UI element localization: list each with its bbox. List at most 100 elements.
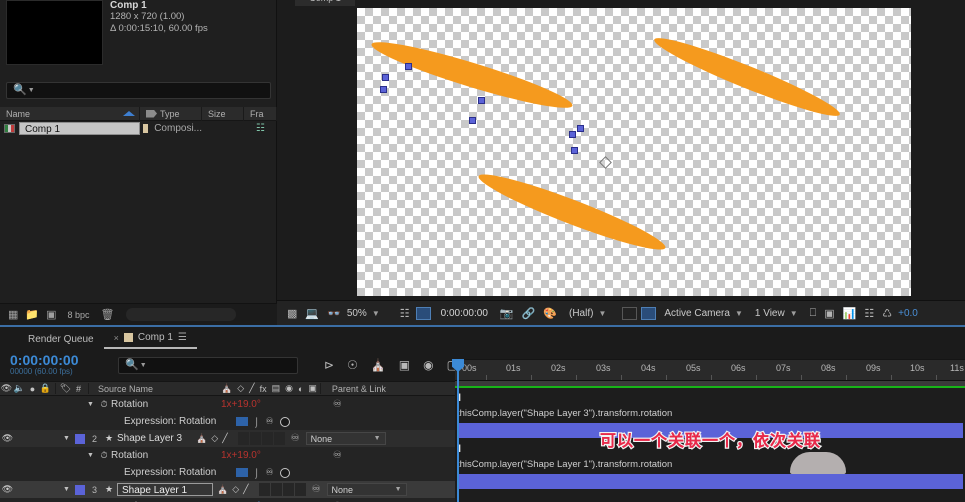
timeline-icon[interactable]: 📊 — [841, 307, 859, 320]
label-color-swatch[interactable] — [143, 124, 148, 133]
collapse-transformations-icon[interactable]: ◇ — [232, 484, 239, 495]
twirl-down-icon[interactable]: ▼ — [84, 452, 97, 459]
track-row-expression[interactable]: I thisComp.layer("Shape Layer 3").transf… — [455, 405, 965, 422]
property-value[interactable]: 1x+19.0° — [221, 399, 261, 410]
viewer-timecode[interactable]: 0:00:00:00 — [441, 308, 488, 319]
pick-whip-icon[interactable]: ♾ — [333, 399, 342, 410]
motion-blur-icon[interactable]: ◉ — [285, 383, 293, 394]
toggle-transparency-grid-icon[interactable] — [416, 307, 431, 320]
pick-whip-icon[interactable]: ♾ — [333, 450, 342, 461]
pixel-aspect-correction-icon[interactable]: ⎕ — [808, 307, 819, 320]
effects-icon[interactable]: fx — [260, 384, 267, 394]
region-of-interest-icon[interactable]: ☷ — [398, 307, 412, 320]
playhead[interactable] — [457, 359, 459, 502]
new-folder-icon[interactable]: 📁 — [25, 308, 39, 321]
shy-icon[interactable]: ⛪ — [221, 383, 232, 394]
tab-render-queue[interactable]: Render Queue — [18, 334, 104, 349]
selection-handle[interactable] — [382, 74, 389, 81]
expression-pick-whip-icon[interactable]: ♾ — [265, 416, 273, 427]
expression-text[interactable]: thisComp.layer("Shape Layer 3").transfor… — [457, 408, 672, 419]
switch-cell[interactable] — [259, 483, 270, 496]
tab-comp-1[interactable]: × Comp 1 ☰ — [104, 332, 197, 349]
current-timecode[interactable]: 0:00:00:00 — [10, 353, 110, 367]
switch-cell[interactable] — [250, 432, 261, 445]
parent-pick-whip-icon[interactable]: ♾ — [291, 433, 300, 444]
grid-and-guide-options-icon[interactable] — [641, 307, 656, 320]
expression-language-menu-icon[interactable] — [280, 417, 290, 427]
3d-layer-icon[interactable]: ▣ — [308, 383, 317, 394]
eye-icon[interactable]: 👁 — [0, 383, 13, 394]
show-post-expression-graph-icon[interactable]: ⌡ — [254, 468, 259, 478]
frame-blend-icon[interactable]: ▤ — [272, 383, 281, 394]
close-icon[interactable]: × — [114, 333, 119, 343]
property-row-rotation[interactable]: ⏱ Rotation 1x+19.0° ♾ — [0, 498, 455, 502]
panel-menu-icon[interactable]: ☰ — [178, 332, 187, 343]
time-ruler[interactable]: 00s 01s 02s 03s 04s 05s 06s 07s 08s 09s … — [455, 359, 965, 381]
solo-icon[interactable]: ● — [26, 384, 39, 394]
column-header-frame-rate[interactable]: Fra — [244, 107, 277, 121]
column-header-type[interactable]: Type — [140, 107, 202, 121]
selection-handle[interactable] — [478, 97, 485, 104]
expression-text[interactable]: thisComp.layer("Shape Layer 1").transfor… — [457, 459, 672, 470]
color-depth-icon[interactable]: ▣ — [46, 308, 56, 321]
project-search-box[interactable]: 🔍 ▼ — [6, 82, 271, 99]
layer-name[interactable]: Shape Layer 3 — [117, 433, 182, 444]
shy-icon[interactable]: ⛪ — [217, 484, 228, 495]
comp-flowchart-icon[interactable]: ☷ — [862, 307, 876, 320]
quality-icon[interactable]: ╱ — [249, 383, 254, 394]
quality-icon[interactable]: ╱ — [222, 433, 227, 444]
collapse-transformations-icon[interactable]: ◇ — [237, 383, 244, 394]
enable-expression-icon[interactable] — [236, 417, 248, 426]
twirl-down-icon[interactable]: ▼ — [84, 401, 97, 408]
selection-handle[interactable] — [569, 131, 576, 138]
switch-cell[interactable] — [271, 483, 282, 496]
fast-previews-icon[interactable]: ▣ — [822, 307, 836, 320]
layer-label-color[interactable] — [73, 485, 86, 495]
sort-ascending-icon[interactable] — [123, 111, 135, 116]
label-icon[interactable]: 🏷 — [59, 383, 72, 394]
switch-cell[interactable] — [262, 432, 273, 445]
stopwatch-icon[interactable]: ⏱ — [97, 399, 111, 410]
eye-icon[interactable]: 👁 — [0, 484, 15, 495]
shape-layer-blade-selected[interactable] — [368, 33, 576, 117]
expression-language-menu-icon[interactable] — [280, 468, 290, 478]
anchor-point-icon[interactable] — [599, 156, 612, 169]
timeline-search-input[interactable] — [151, 360, 297, 371]
adjustment-layer-icon[interactable]: ◐ — [298, 384, 303, 394]
motion-blur-icon[interactable]: ◉ — [423, 358, 433, 372]
resolution-dropdown[interactable]: (Half) ▼ — [569, 308, 618, 319]
transparency-checkerboard[interactable] — [357, 8, 911, 296]
track-row-property[interactable] — [455, 388, 965, 405]
parent-dropdown[interactable]: None ▼ — [327, 483, 407, 496]
timeline-search-box[interactable]: 🔍 ▼ — [118, 357, 298, 374]
toggle-mask-paths-icon[interactable] — [622, 307, 637, 320]
view-layout-dropdown[interactable]: 1 View ▼ — [755, 308, 804, 319]
project-row-comp-1[interactable]: Comp 1 Composi... ☷ — [0, 121, 277, 136]
source-name-header[interactable]: Source Name — [92, 384, 217, 394]
frame-blending-icon[interactable]: ▣ — [399, 358, 410, 372]
selection-handle[interactable] — [577, 125, 584, 132]
selection-handle[interactable] — [469, 117, 476, 124]
expression-row-rotation[interactable]: Expression: Rotation ⌡ ♾ — [0, 413, 455, 430]
speaker-icon[interactable]: 🔈 — [13, 383, 26, 394]
selection-handle[interactable] — [405, 63, 412, 70]
reset-exposure-icon[interactable]: ♺ — [880, 307, 894, 320]
show-channel-icon[interactable]: 🎨 — [541, 307, 559, 320]
switch-cell[interactable] — [238, 432, 249, 445]
main-viewer-icon[interactable]: 💻 — [303, 307, 321, 320]
layer-duration-bar[interactable] — [457, 474, 963, 489]
switch-cell[interactable] — [274, 432, 285, 445]
new-composition-icon[interactable]: ▦ — [8, 308, 18, 321]
shy-icon[interactable]: ⛪ — [196, 433, 207, 444]
project-row-name-cell[interactable]: Comp 1 — [0, 122, 140, 135]
lock-icon[interactable]: 🔒 — [39, 383, 52, 394]
shape-layer-blade-right[interactable] — [650, 29, 844, 124]
expression-row-rotation[interactable]: Expression: Rotation ⌡ ♾ — [0, 464, 455, 481]
selection-handle[interactable] — [380, 86, 387, 93]
track-row-property[interactable] — [455, 490, 965, 502]
layer-row-shape-layer-3[interactable]: 👁 ▼ 2 ★ Shape Layer 3 ⛪ ◇ ╱ — [0, 430, 455, 447]
track-row-layer-bar[interactable] — [455, 473, 965, 490]
viewer-tab-comp-1[interactable]: Comp 1 — [295, 0, 355, 6]
parent-link-header[interactable]: Parent & Link — [324, 384, 386, 394]
project-item-name[interactable]: Comp 1 — [19, 122, 140, 135]
